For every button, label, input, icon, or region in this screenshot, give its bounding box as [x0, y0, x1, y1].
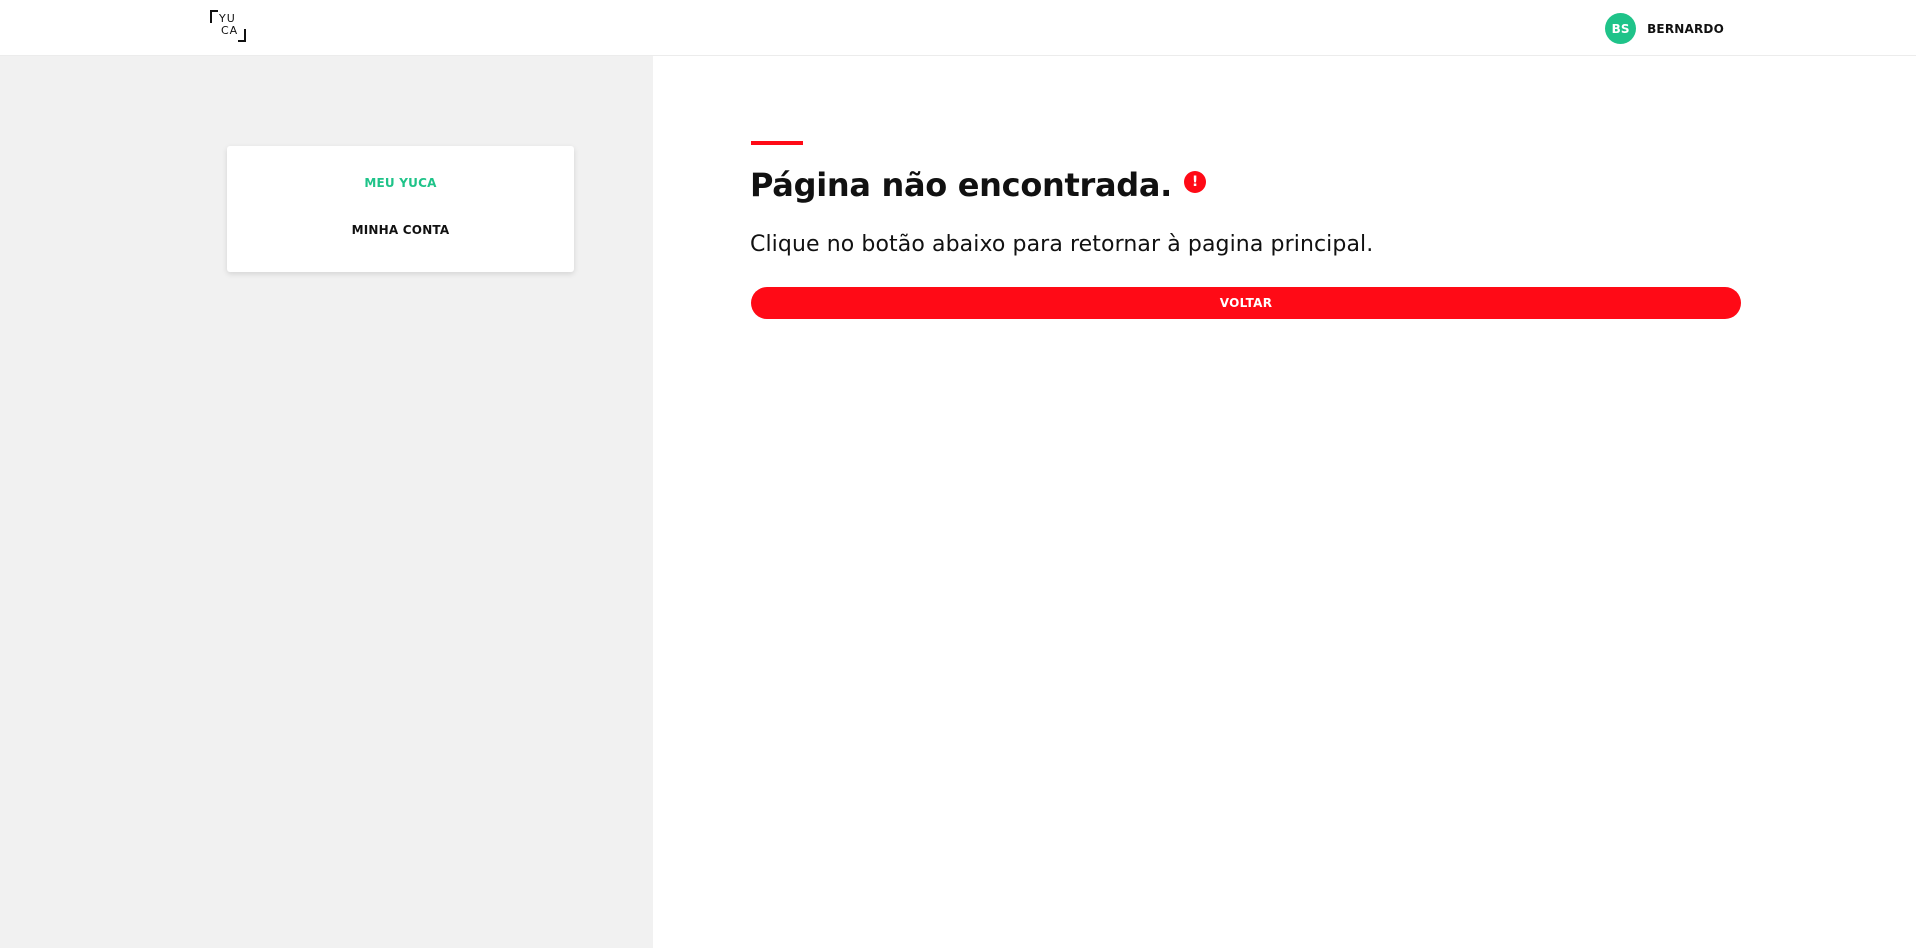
user-name[interactable]: BERNARDO [1647, 22, 1724, 36]
avatar[interactable]: BS [1605, 13, 1637, 44]
sidebar-menu-card: MEU YUCA MINHA CONTA [227, 146, 574, 272]
page-title: Página não encontrada. [750, 166, 1173, 204]
title-accent-line [751, 141, 803, 145]
logo-corner-bottom-right [238, 29, 246, 42]
page-subtitle: Clique no botão abaixo para retornar à p… [750, 232, 1374, 257]
main-content: Página não encontrada. ! Clique no botão… [653, 56, 1916, 948]
logo-line-2: CA [221, 24, 239, 37]
yuca-logo[interactable]: YU CA [210, 10, 246, 42]
logo-corner-top-left [210, 10, 218, 23]
sidebar: MEU YUCA MINHA CONTA [0, 56, 653, 948]
back-button[interactable]: VOLTAR [751, 287, 1741, 319]
title-row: Página não encontrada. ! [750, 166, 1207, 204]
sidebar-item-meu-yuca[interactable]: MEU YUCA [227, 176, 574, 190]
user-menu[interactable]: BS BERNARDO [1605, 13, 1724, 44]
top-bar: YU CA BS BERNARDO [0, 0, 1916, 56]
logo-text: YU CA [218, 13, 240, 37]
alert-icon: ! [1184, 171, 1207, 193]
sidebar-item-minha-conta[interactable]: MINHA CONTA [227, 223, 574, 237]
